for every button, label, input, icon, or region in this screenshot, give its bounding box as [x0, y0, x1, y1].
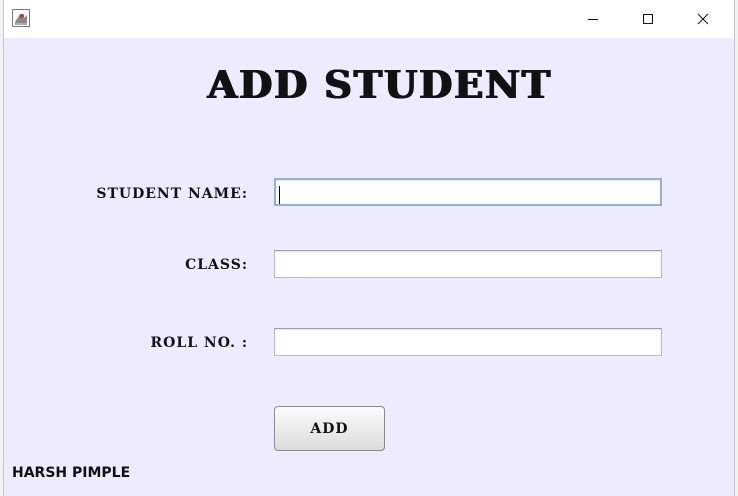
maximize-button[interactable] [625, 0, 671, 38]
form-panel: ADD STUDENT STUDENT NAME: CLASS: ROLL NO… [4, 38, 734, 496]
roll-no-label: ROLL NO. : [150, 335, 248, 351]
close-icon [697, 13, 709, 25]
title-bar[interactable] [4, 0, 734, 38]
add-button[interactable]: ADD [274, 406, 385, 451]
maximize-icon [643, 14, 653, 24]
class-label: CLASS: [185, 257, 248, 273]
app-window: ADD STUDENT STUDENT NAME: CLASS: ROLL NO… [4, 0, 734, 496]
roll-no-input[interactable] [274, 328, 662, 356]
java-app-icon [12, 9, 30, 27]
student-name-label: STUDENT NAME: [96, 186, 248, 202]
text-caret [279, 186, 280, 204]
page-title: ADD STUDENT [207, 62, 553, 107]
author-label: HARSH PIMPLE [12, 465, 131, 481]
close-button[interactable] [680, 0, 726, 38]
minimize-button[interactable] [570, 0, 616, 38]
minimize-icon [588, 19, 598, 20]
student-name-input[interactable] [274, 178, 662, 206]
class-input[interactable] [274, 250, 662, 278]
